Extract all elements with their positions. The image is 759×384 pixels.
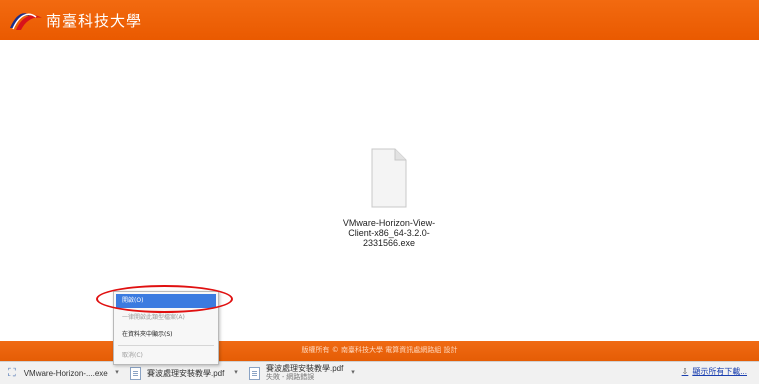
page-header: 南臺科技大學 — [0, 0, 759, 40]
menu-item-cancel[interactable]: 取消(C) — [114, 349, 218, 363]
installer-icon: ⛶ — [8, 366, 16, 379]
download-item-status: 失敗 - 網路錯誤 — [266, 374, 315, 381]
download-item-vmware[interactable]: ⛶ VMware-Horizon-....exe — [8, 362, 108, 384]
download-item-label: VMware-Horizon-....exe — [23, 368, 108, 378]
menu-separator — [118, 345, 214, 346]
chevron-down-icon[interactable]: ▾ — [232, 365, 240, 380]
download-item-label: 賽波處理安裝教學.pdf — [147, 368, 225, 378]
file-icon — [371, 148, 407, 208]
chevron-down-icon[interactable]: ▾ — [349, 365, 357, 380]
download-item-label: 賽波處理安裝教學.pdf — [266, 364, 344, 373]
file-name: VMware-Horizon-View- Client-x86_64-3.2.0… — [342, 218, 436, 248]
downloaded-file[interactable]: VMware-Horizon-View- Client-x86_64-3.2.0… — [330, 148, 448, 248]
pdf-icon — [130, 366, 141, 380]
menu-item-always-open[interactable]: 一律開啟此類型檔案(A) — [114, 311, 218, 325]
school-name: 南臺科技大學 — [46, 12, 143, 30]
chevron-down-icon[interactable]: ▾ — [113, 365, 121, 380]
download-item-pdf-1[interactable]: 賽波處理安裝教學.pdf — [130, 362, 224, 384]
menu-item-show-in-folder[interactable]: 在資料夾中顯示(S) — [114, 328, 218, 342]
show-all-downloads-link[interactable]: ⇩ 顯示所有下載... — [682, 366, 747, 377]
download-item-pdf-2[interactable]: 賽波處理安裝教學.pdf 失敗 - 網路錯誤 — [249, 362, 343, 384]
annotation-highlight-ring — [96, 285, 233, 313]
school-logo-icon — [10, 13, 42, 30]
pdf-icon — [249, 366, 260, 380]
download-arrow-icon: ⇩ — [681, 367, 689, 376]
